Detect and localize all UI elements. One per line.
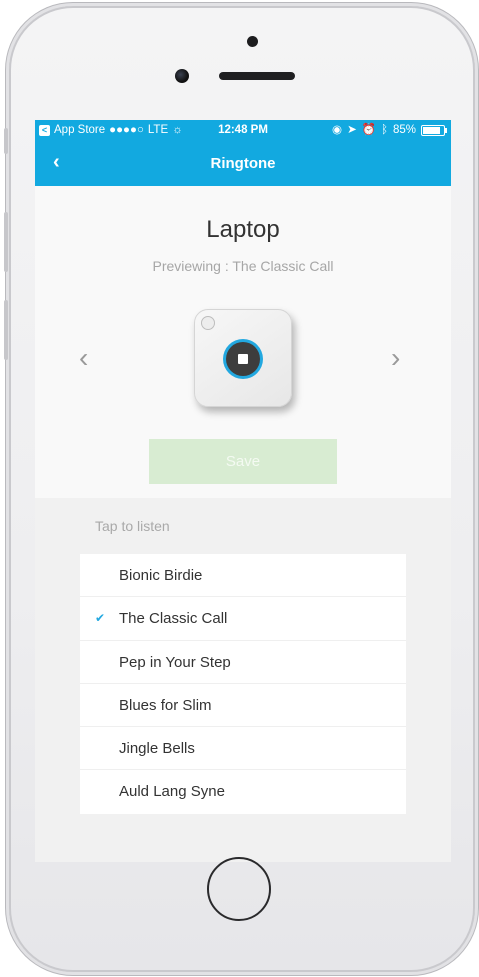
location-icon: ➤ xyxy=(347,124,357,136)
ringtone-label: Jingle Bells xyxy=(119,740,195,758)
app-screen: < App Store ●●●●○ LTE ☼ 12:48 PM ◉ ➤ ⏰ ᛒ… xyxy=(35,120,451,862)
stop-icon xyxy=(238,354,248,364)
volume-up-button xyxy=(4,212,8,272)
list-header: Tap to listen xyxy=(95,518,170,534)
home-button[interactable] xyxy=(207,857,271,921)
device-name: Laptop xyxy=(206,216,280,243)
volume-down-button xyxy=(4,300,8,360)
battery-icon xyxy=(421,124,447,136)
mute-switch xyxy=(4,128,8,154)
status-bar: < App Store ●●●●○ LTE ☼ 12:48 PM ◉ ➤ ⏰ ᛒ… xyxy=(35,120,451,140)
earpiece-speaker xyxy=(219,72,295,80)
stop-playback-button[interactable] xyxy=(226,342,260,376)
ringtone-item[interactable]: ✔ Blues for Slim xyxy=(80,684,406,728)
ringtone-item[interactable]: ✔ Jingle Bells xyxy=(80,727,406,771)
battery-percent: 85% xyxy=(392,124,416,136)
bluetooth-icon: ᛒ xyxy=(381,124,388,136)
tracker-device-image xyxy=(194,309,292,407)
proximity-sensor xyxy=(247,36,258,47)
next-arrow-icon[interactable]: › xyxy=(391,344,400,372)
orientation-lock-icon: ◉ xyxy=(332,124,343,136)
nav-bar: ‹ Ringtone xyxy=(35,140,451,186)
save-button[interactable]: Save xyxy=(149,439,337,484)
ringtone-label: Pep in Your Step xyxy=(119,653,231,671)
ringtone-item[interactable]: ✔ The Classic Call xyxy=(80,597,406,641)
ringtone-label: Bionic Birdie xyxy=(119,567,203,584)
checkmark-icon: ✔ xyxy=(95,611,106,626)
ringtone-label: The Classic Call xyxy=(119,610,228,628)
ringtone-label: Blues for Slim xyxy=(119,696,212,714)
ringtone-list: ✔ Bionic Birdie ✔ The Classic Call ✔ Pep… xyxy=(80,554,406,814)
ringtone-label: Auld Lang Syne xyxy=(119,783,225,801)
preview-status: Previewing : The Classic Call xyxy=(152,258,334,274)
alarm-icon: ⏰ xyxy=(361,124,377,136)
ringtone-item[interactable]: ✔ Bionic Birdie xyxy=(80,554,406,598)
ringtone-item[interactable]: ✔ Pep in Your Step xyxy=(80,641,406,684)
previous-arrow-icon[interactable]: ‹ xyxy=(79,344,88,372)
keyring-hole xyxy=(201,316,215,330)
front-camera xyxy=(175,69,189,83)
page-title: Ringtone xyxy=(210,155,276,172)
ringtone-item[interactable]: ✔ Auld Lang Syne xyxy=(80,770,406,813)
